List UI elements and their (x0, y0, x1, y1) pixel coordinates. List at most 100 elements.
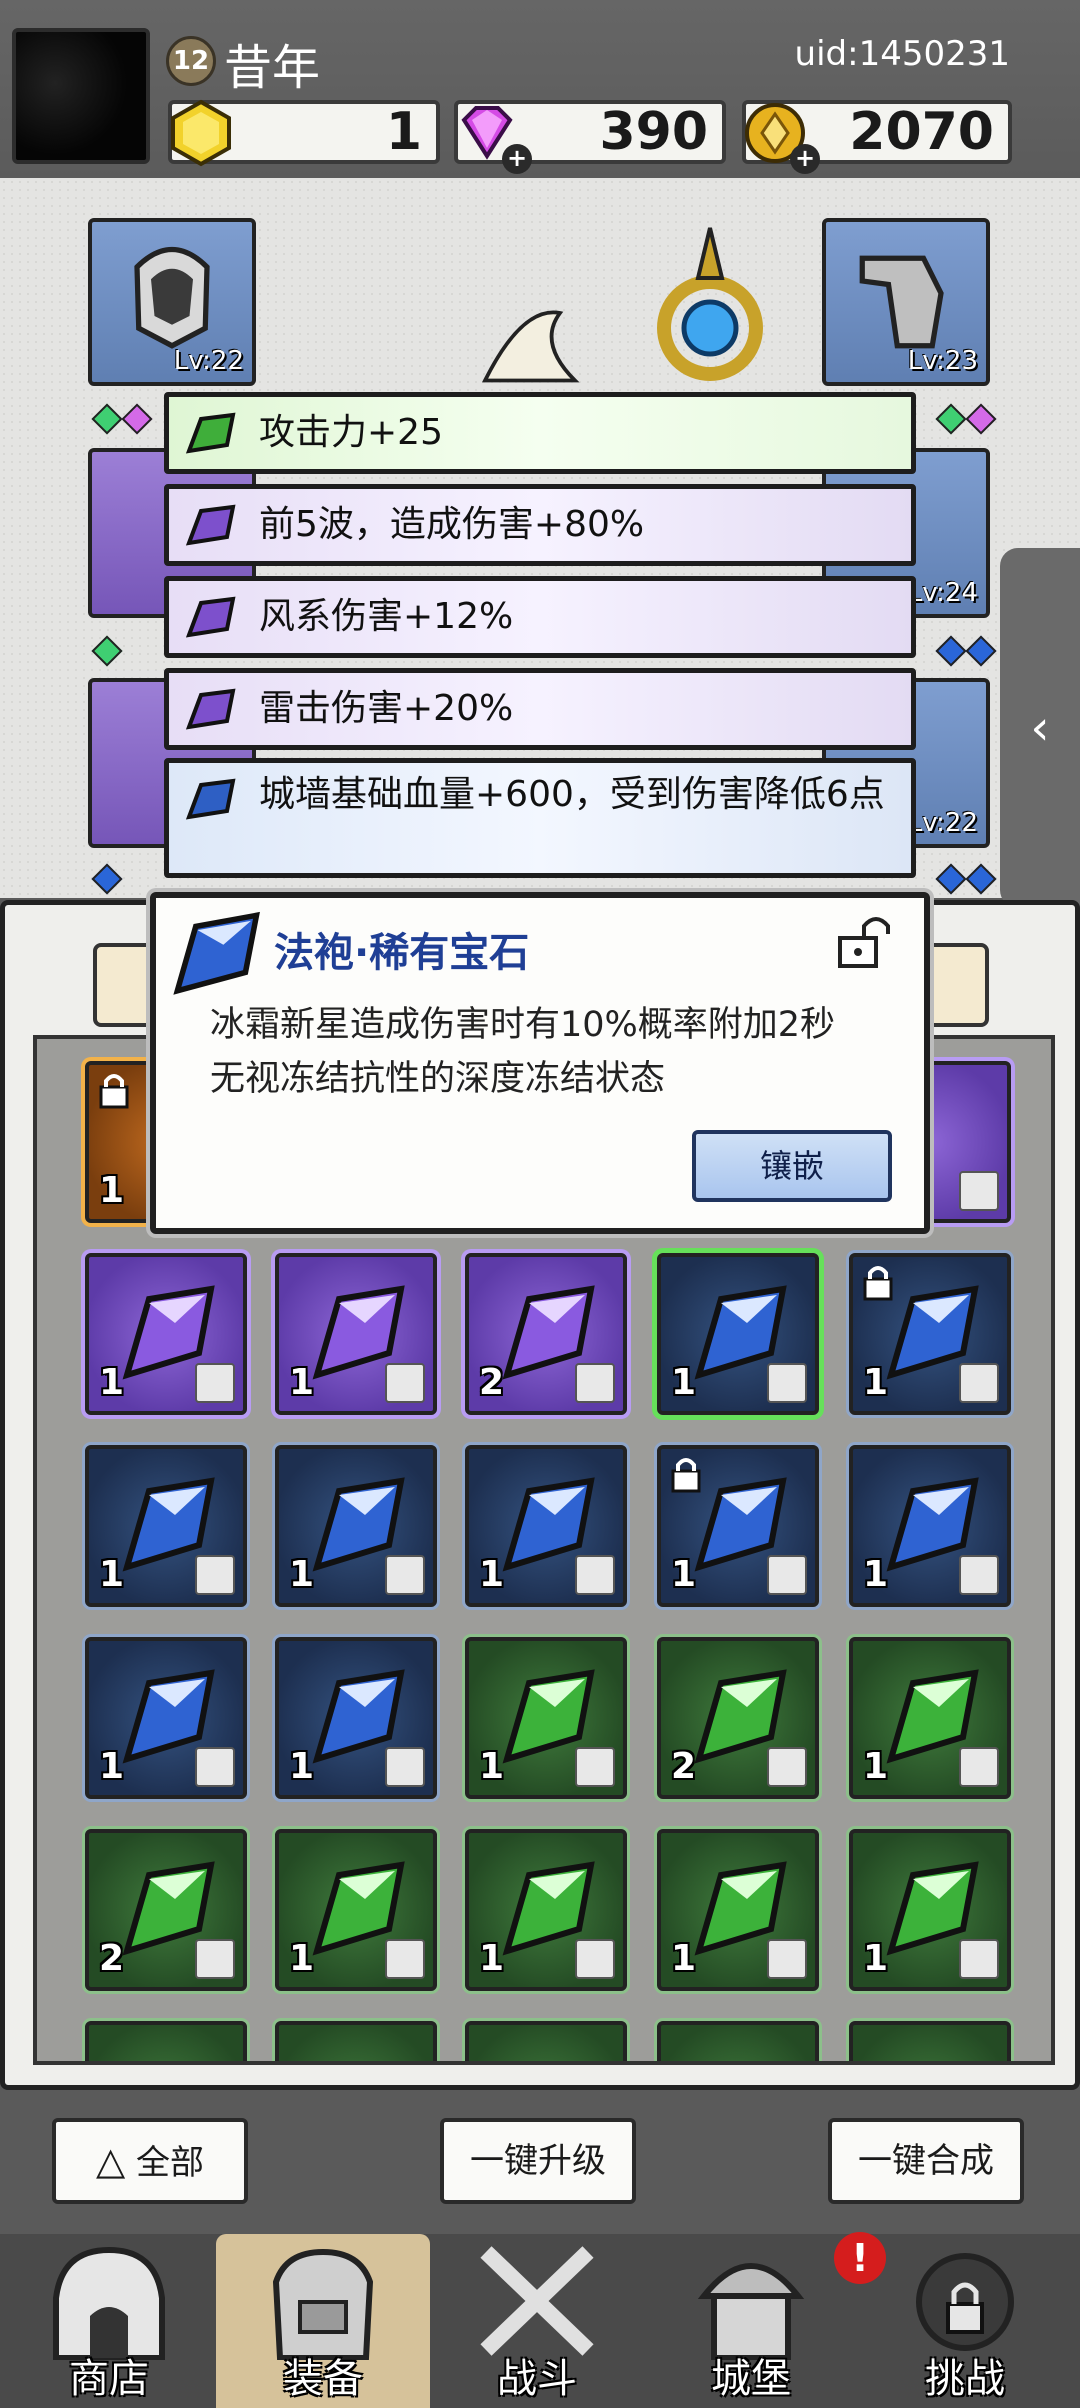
gem-count: 1 (99, 1554, 125, 1595)
boot-slot-icon (959, 1171, 999, 1211)
hat-slot-icon (959, 1555, 999, 1595)
gem-cell[interactable]: 1 (849, 1829, 1011, 1991)
slot-level: Lv:22 (907, 808, 978, 838)
staff-orb-icon (657, 227, 763, 381)
gem-cell[interactable]: 1 (657, 1445, 819, 1607)
bracer-slot-icon (385, 1555, 425, 1595)
nav-label: 商店 (69, 2356, 149, 2402)
gem-count: 2 (671, 1746, 697, 1787)
inlay-button[interactable]: 镶嵌 (692, 1130, 892, 1202)
merge-all-button[interactable]: 一键合成 (828, 2118, 1024, 2204)
gem-tooltip: 法袍·稀有宝石 冰霜新星造成伤害时有10%概率附加2秒无视冻结抗性的深度冻结状态… (150, 892, 930, 1234)
gem-count: 1 (671, 1554, 697, 1595)
gem-cell[interactable] (85, 2021, 247, 2061)
socket-gem-icon (121, 403, 153, 435)
level-badge: 12 (166, 36, 216, 86)
filter-all-button[interactable]: △ 全部 (52, 2118, 248, 2204)
gem-cell[interactable] (657, 2021, 819, 2061)
gem-count: 1 (479, 1746, 505, 1787)
gem-cell[interactable] (849, 2021, 1011, 2061)
blue-gem-icon (185, 778, 236, 820)
gem-cell-selected[interactable]: 1 (657, 1253, 819, 1415)
nav-equipment[interactable]: 装备 (216, 2234, 430, 2408)
gem-count: 1 (863, 1746, 889, 1787)
gem-count: 1 (289, 1554, 315, 1595)
purple-gem-icon (185, 688, 236, 730)
socket-gem-icon (965, 635, 997, 667)
ring-slot-icon (575, 1747, 615, 1787)
castle-alert-badge: ! (834, 2232, 886, 2284)
blue-gem-icon (173, 911, 260, 995)
boot-slot-icon (195, 1555, 235, 1595)
gem-cell[interactable] (465, 2021, 627, 2061)
gem-cell[interactable]: 1 (849, 1637, 1011, 1799)
triangle-up-icon: △ (95, 2139, 126, 2183)
unlock-icon[interactable] (834, 910, 894, 970)
attribute-text: 攻击力+25 (259, 412, 443, 453)
top-bar: 12 昔年 uid:1450231 1 + 390 + 2070 (0, 0, 1080, 178)
gem-cell[interactable]: 1 (275, 1253, 437, 1415)
diamond-counter[interactable]: + 390 (454, 100, 726, 174)
coin-counter[interactable]: + 2070 (742, 100, 1012, 174)
gem-cell[interactable]: 1 (849, 1445, 1011, 1607)
nav-castle[interactable]: 城堡 (644, 2234, 858, 2408)
chevron-left-icon: ‹ (1030, 700, 1050, 756)
nav-battle[interactable]: 战斗 (430, 2234, 644, 2408)
socket-gem-icon (91, 635, 123, 667)
socket-gem-icon (965, 863, 997, 895)
gem-cell[interactable]: 2 (85, 1829, 247, 1991)
gem-count: 1 (289, 1362, 315, 1403)
gem-cell[interactable]: 1 (275, 1829, 437, 1991)
equip-slot-helmet[interactable]: Lv:22 (88, 218, 256, 386)
attribute-row: 攻击力+25 (164, 392, 916, 474)
gem-cell[interactable]: 2 (657, 1637, 819, 1799)
gem-count: 1 (863, 1362, 889, 1403)
purple-gem-icon (185, 504, 236, 546)
boot-slot-icon (767, 1939, 807, 1979)
attribute-text: 城墙基础血量+600，受到伤害降低6点 (259, 774, 885, 815)
nav-shop[interactable]: 商店 (2, 2234, 216, 2408)
attribute-text: 风系伤害+12% (259, 596, 514, 637)
add-coin-icon[interactable]: + (790, 144, 820, 174)
gem-cell[interactable]: 1 (85, 1445, 247, 1607)
gem-count: 2 (479, 1362, 505, 1403)
nav-label: 挑战 (925, 2356, 1005, 2402)
boot-slot-icon (575, 1939, 615, 1979)
gem-cell[interactable]: 1 (465, 1445, 627, 1607)
nav-challenge[interactable]: 挑战 (858, 2234, 1072, 2408)
add-diamond-icon[interactable]: + (502, 144, 532, 174)
gem-cell[interactable]: 1 (275, 1445, 437, 1607)
backpack-icon (272, 2248, 374, 2360)
nav-label: 城堡 (711, 2356, 791, 2402)
nav-label: 战斗 (497, 2356, 577, 2402)
attribute-row: 城墙基础血量+600，受到伤害降低6点 (164, 758, 916, 878)
avatar[interactable] (12, 28, 150, 164)
uid-label: uid:1450231 (794, 34, 1010, 74)
gem-cell[interactable] (275, 2021, 437, 2061)
slot-level: Lv:24 (907, 578, 978, 608)
socket-gem-icon (935, 635, 967, 667)
gold-token-value: 1 (385, 102, 422, 162)
socket-gem-icon (91, 403, 123, 435)
purple-gem-icon (185, 596, 236, 638)
gem-cell[interactable]: 1 (465, 1637, 627, 1799)
socket-gem-icon (935, 863, 967, 895)
equip-slot-bracer[interactable]: Lv:23 (822, 218, 990, 386)
gem-cell[interactable]: 1 (85, 1637, 247, 1799)
gem-count: 2 (99, 1938, 125, 1979)
gem-cell[interactable]: 1 (85, 1253, 247, 1415)
robe-slot-icon (767, 1363, 807, 1403)
shop-icon (53, 2246, 165, 2360)
gem-cell[interactable]: 1 (275, 1637, 437, 1799)
gem-cell[interactable]: 2 (465, 1253, 627, 1415)
upgrade-all-button[interactable]: 一键升级 (440, 2118, 636, 2204)
gem-cell[interactable]: 1 (849, 1253, 1011, 1415)
gem-count: 1 (863, 1938, 889, 1979)
gem-count: 1 (99, 1170, 125, 1211)
gem-cell[interactable]: 1 (657, 1829, 819, 1991)
side-drawer-toggle[interactable]: ‹ (1000, 548, 1080, 908)
green-gem-icon (185, 412, 236, 454)
gem-cell[interactable]: 1 (465, 1829, 627, 1991)
player-name: 昔年 (224, 40, 321, 96)
gem-count: 1 (671, 1938, 697, 1979)
